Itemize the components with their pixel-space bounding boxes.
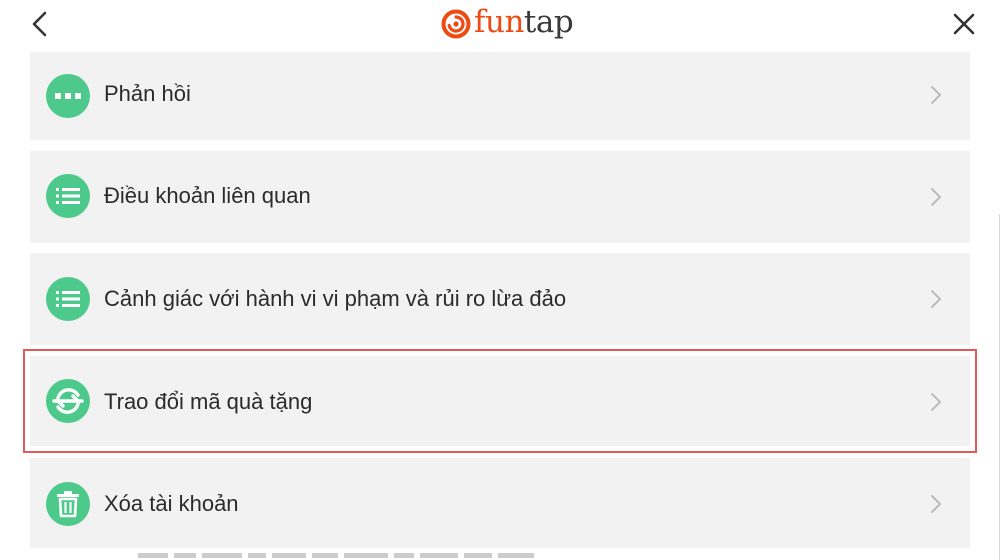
close-icon	[953, 13, 975, 35]
cut-off-footer-text	[138, 553, 534, 558]
menu-item-label: Xóa tài khoản	[104, 491, 239, 516]
chevron-right-icon	[927, 84, 945, 106]
exchange-icon	[46, 379, 90, 423]
chevron-left-icon	[32, 11, 47, 37]
scroll-edge-divider	[999, 214, 1000, 560]
close-button[interactable]	[944, 6, 984, 42]
header-bar: funtap	[0, 0, 1002, 50]
menu-item-feedback[interactable]: Phản hồi	[30, 52, 970, 140]
trash-icon	[46, 482, 90, 526]
menu-item-label: Điều khoản liên quan	[104, 183, 311, 208]
menu-item-label: Cảnh giác với hành vi vi phạm và rủi ro …	[104, 286, 567, 311]
chevron-right-icon	[927, 391, 945, 413]
menu-item-terms[interactable]: Điều khoản liên quan	[30, 151, 970, 243]
menu-item-fraud-warning[interactable]: Cảnh giác với hành vi vi phạm và rủi ro …	[30, 253, 970, 345]
menu-item-redeem-giftcode[interactable]: Trao đổi mã quà tặng	[30, 356, 970, 446]
logo-wordmark: funtap	[474, 4, 574, 40]
menu-item-label: Trao đổi mã quà tặng	[104, 389, 313, 414]
chevron-right-icon	[927, 186, 945, 208]
menu-item-label: Phản hồi	[104, 81, 191, 106]
back-button[interactable]	[22, 6, 58, 42]
funtap-swirl-icon	[441, 9, 471, 39]
menu-item-delete-account[interactable]: Xóa tài khoản	[30, 458, 970, 548]
logo-tap-text: tap	[523, 4, 574, 40]
list-icon	[46, 174, 90, 218]
list-icon	[46, 277, 90, 321]
logo-fun-text: fun	[474, 4, 524, 40]
chevron-right-icon	[927, 493, 945, 515]
funtap-account-menu: funtap Phản hồi Điều khoản liên quan Cản…	[0, 0, 1002, 560]
funtap-logo: funtap	[441, 4, 574, 44]
chevron-right-icon	[927, 288, 945, 310]
ellipsis-icon	[46, 74, 90, 118]
